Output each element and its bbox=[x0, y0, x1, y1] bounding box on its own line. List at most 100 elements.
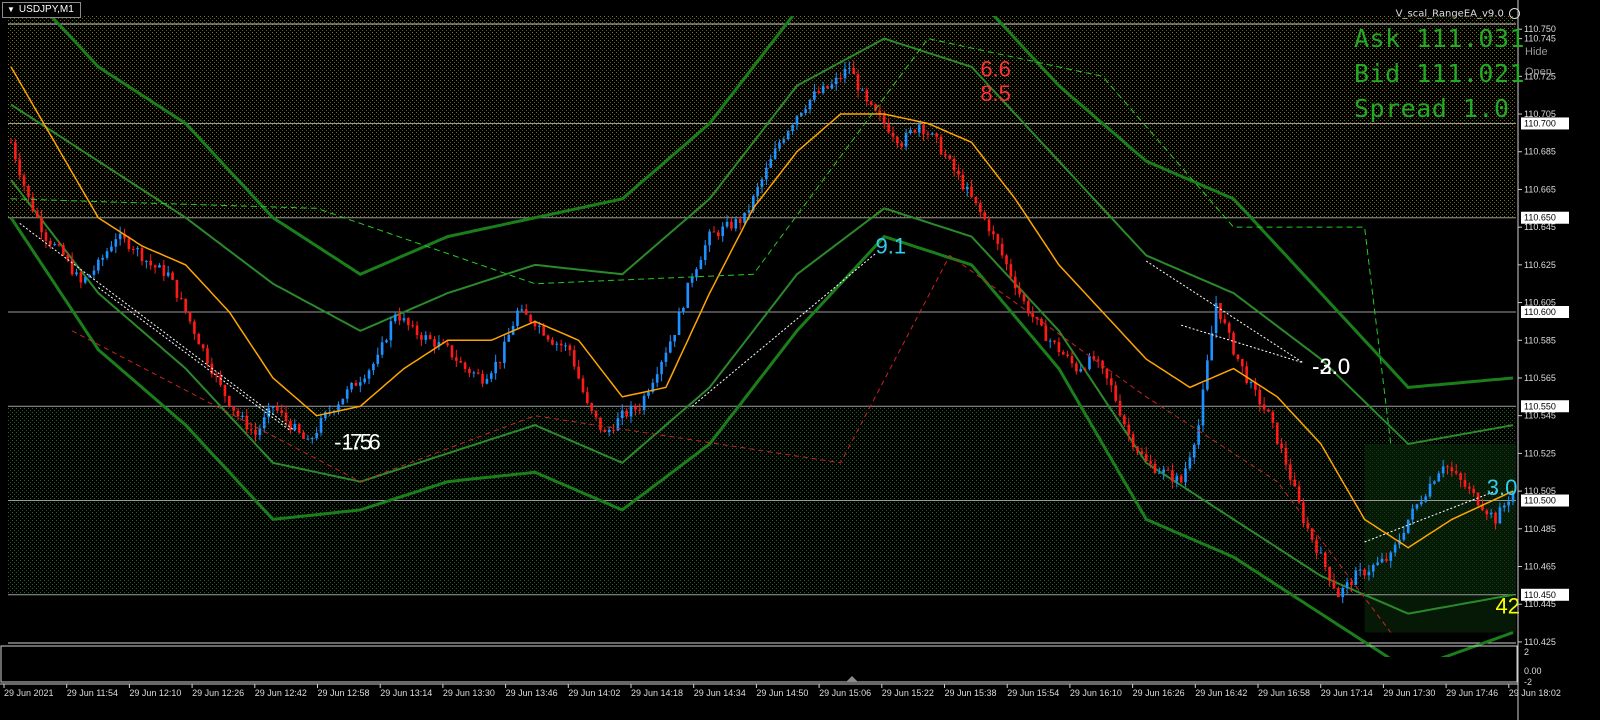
candle-body bbox=[1070, 356, 1074, 364]
candle-body bbox=[1005, 255, 1008, 265]
candle-body bbox=[1437, 473, 1441, 482]
candle-body bbox=[398, 314, 401, 321]
candle-body bbox=[572, 350, 576, 367]
candle-body bbox=[1341, 588, 1345, 598]
candle-body bbox=[105, 251, 109, 258]
price-tick-label: 110.665 bbox=[1524, 184, 1556, 194]
candle-body bbox=[1262, 404, 1266, 410]
price-tick-label: 110.565 bbox=[1524, 373, 1556, 383]
candle-body bbox=[53, 244, 56, 246]
time-tick-label: 29 Jun 11:54 bbox=[67, 688, 118, 698]
price-level-label: 110.550 bbox=[1524, 401, 1556, 411]
candle-body bbox=[1140, 451, 1144, 454]
symbol-title[interactable]: ▼ USDJPY,M1 bbox=[2, 2, 81, 18]
candle-body bbox=[904, 133, 908, 147]
candle-body bbox=[92, 270, 96, 275]
candle-body bbox=[581, 378, 585, 393]
time-tick-label: 29 Jun 17:30 bbox=[1383, 688, 1435, 698]
price-level-label: 110.450 bbox=[1524, 590, 1556, 600]
candle-body bbox=[1240, 359, 1244, 367]
candle-body bbox=[555, 343, 559, 345]
dropdown-triangle-icon[interactable]: ▼ bbox=[7, 3, 15, 17]
price-tick-label: 110.585 bbox=[1524, 335, 1556, 345]
candle-body bbox=[1419, 501, 1423, 505]
candle-body bbox=[1040, 318, 1043, 326]
candle-body bbox=[489, 373, 493, 379]
candle-body bbox=[228, 396, 231, 407]
open-button[interactable]: Open bbox=[1525, 66, 1552, 78]
candle-body bbox=[258, 428, 262, 436]
time-tick-label: 29 Jun 16:42 bbox=[1195, 688, 1247, 698]
candle-body bbox=[262, 417, 266, 429]
candle-body bbox=[738, 219, 742, 223]
time-tick-label: 29 Jun 18:02 bbox=[1509, 688, 1561, 698]
candle-body bbox=[1136, 447, 1139, 452]
candle-body bbox=[48, 240, 52, 245]
candle-body bbox=[642, 395, 646, 410]
smiley-icon bbox=[1509, 8, 1520, 19]
candle-body bbox=[821, 85, 825, 93]
hide-button[interactable]: Hide bbox=[1525, 46, 1548, 58]
candle-body bbox=[201, 344, 205, 349]
price-tick-label: 110.525 bbox=[1524, 448, 1556, 458]
candle-body bbox=[380, 342, 384, 355]
candle-body bbox=[498, 361, 502, 363]
candle-body bbox=[930, 133, 934, 135]
trade-annotation: 6.6 bbox=[980, 56, 1011, 81]
candle-body bbox=[1284, 447, 1288, 465]
candle-body bbox=[1415, 504, 1419, 509]
price-level-label: 110.500 bbox=[1524, 496, 1556, 506]
candle-body bbox=[839, 77, 842, 79]
candle-body bbox=[594, 410, 598, 418]
candle-body bbox=[468, 368, 471, 374]
time-tick-label: 29 Jun 2021 bbox=[4, 688, 54, 698]
candle-body bbox=[206, 348, 209, 364]
candle-body bbox=[559, 343, 563, 346]
candle-body bbox=[1502, 505, 1506, 508]
candle-body bbox=[1197, 425, 1200, 445]
candle-body bbox=[101, 257, 105, 260]
candle-body bbox=[1114, 385, 1117, 401]
candle-body bbox=[1446, 466, 1449, 468]
candle-body bbox=[1236, 354, 1240, 360]
expert-advisor-name[interactable]: V_scal_RangeEA_v9.0 bbox=[1396, 8, 1520, 20]
candle-body bbox=[1214, 303, 1218, 334]
candle-body bbox=[1118, 400, 1122, 416]
candle-body bbox=[145, 260, 148, 262]
candle-body bbox=[110, 246, 113, 252]
candle-body bbox=[293, 424, 297, 431]
candle-body bbox=[1297, 486, 1301, 503]
candle-body bbox=[118, 233, 122, 240]
candle-body bbox=[564, 345, 567, 347]
candle-body bbox=[1315, 539, 1318, 554]
trade-annotation: 42 bbox=[1496, 594, 1520, 619]
candle-body bbox=[306, 438, 310, 440]
candle-body bbox=[1175, 475, 1179, 482]
candle-body bbox=[1223, 319, 1227, 324]
candle-body bbox=[1380, 558, 1384, 563]
candle-body bbox=[376, 354, 380, 364]
candle-body bbox=[162, 265, 166, 276]
candle-body bbox=[153, 265, 157, 268]
candle-body bbox=[778, 142, 781, 149]
candle-body bbox=[987, 219, 991, 232]
candle-body bbox=[1367, 571, 1371, 576]
candle-body bbox=[830, 84, 834, 89]
candle-body bbox=[310, 438, 314, 440]
candle-body bbox=[1066, 354, 1069, 357]
candle-body bbox=[1088, 356, 1091, 370]
candle-body bbox=[1354, 570, 1358, 586]
candle-body bbox=[686, 282, 690, 309]
candle-body bbox=[1083, 368, 1087, 370]
candle-body bbox=[1131, 434, 1135, 448]
candle-body bbox=[979, 203, 982, 213]
candle-body bbox=[1149, 461, 1152, 464]
price-tick-label: 110.745 bbox=[1524, 34, 1556, 44]
candle-body bbox=[1184, 468, 1187, 483]
candle-body bbox=[1507, 501, 1510, 506]
candle-body bbox=[1009, 264, 1013, 277]
candle-body bbox=[577, 366, 580, 379]
candle-body bbox=[241, 415, 244, 417]
candle-body bbox=[961, 174, 965, 190]
candle-body bbox=[721, 226, 725, 237]
